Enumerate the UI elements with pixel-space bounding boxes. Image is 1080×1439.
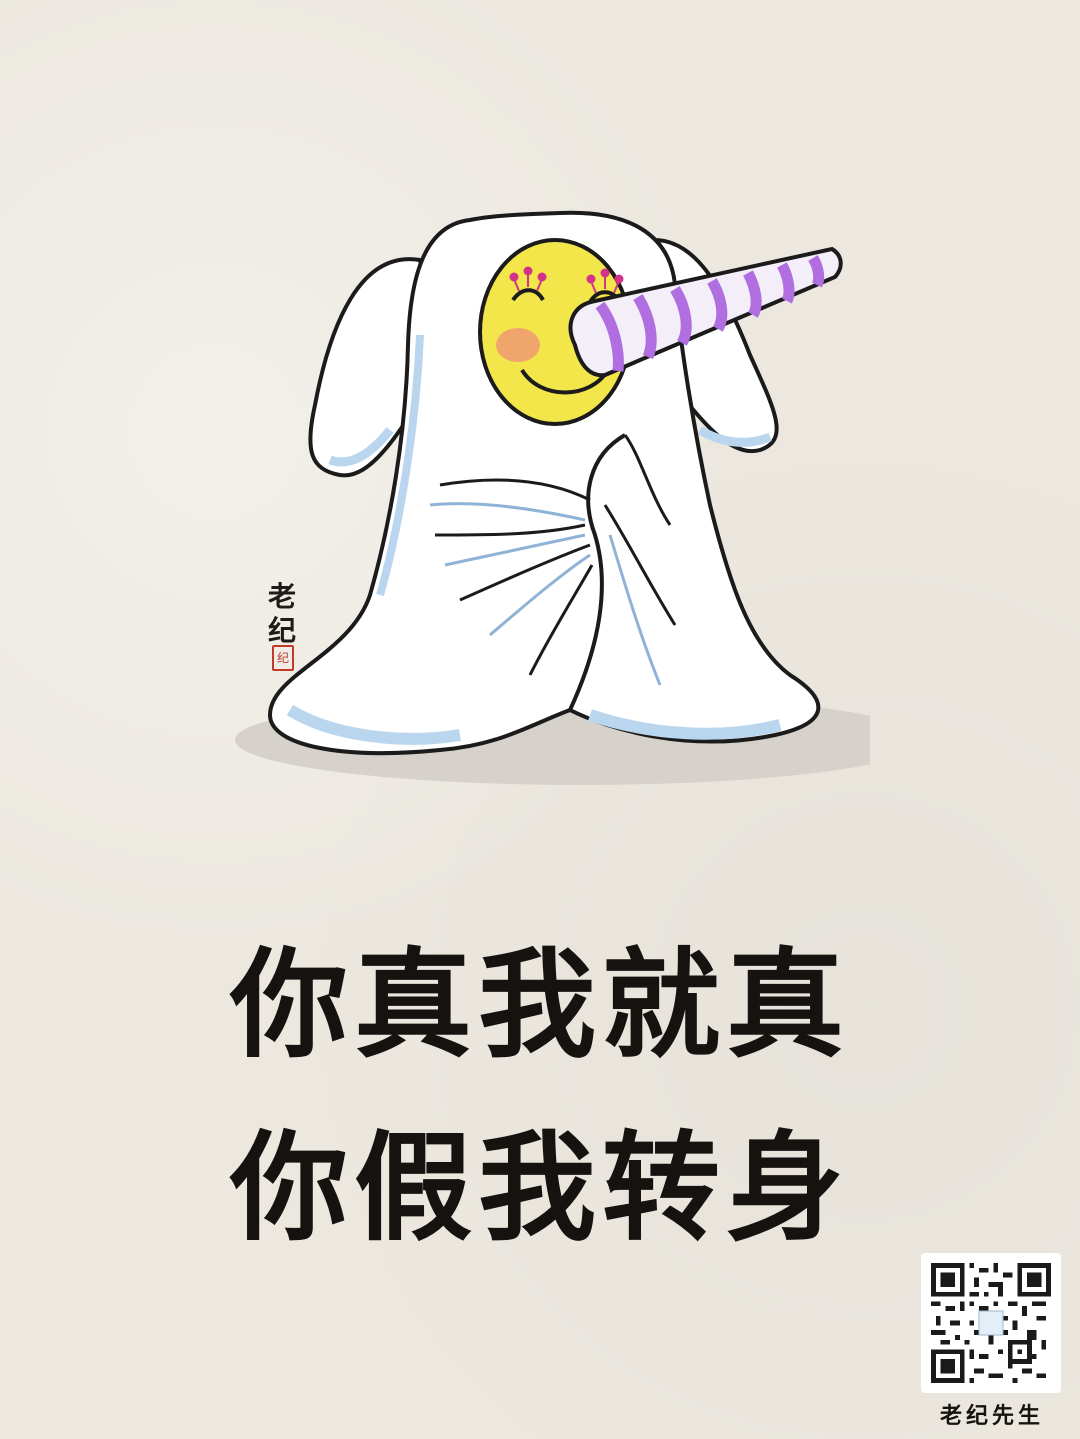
artist-seal: 纪 <box>272 645 294 671</box>
caption-line-2: 你假我转身 <box>229 1119 850 1257</box>
qr-code-icon <box>931 1263 1051 1383</box>
caption-line-1: 你真我就真 <box>229 936 850 1074</box>
brand-name: 老纪先生 <box>939 1404 1044 1429</box>
qr-code[interactable] <box>921 1253 1061 1393</box>
artist-signature: 老纪 <box>267 580 296 647</box>
cheek-blush <box>496 328 540 362</box>
ghost-unicorn-illustration <box>235 210 870 785</box>
